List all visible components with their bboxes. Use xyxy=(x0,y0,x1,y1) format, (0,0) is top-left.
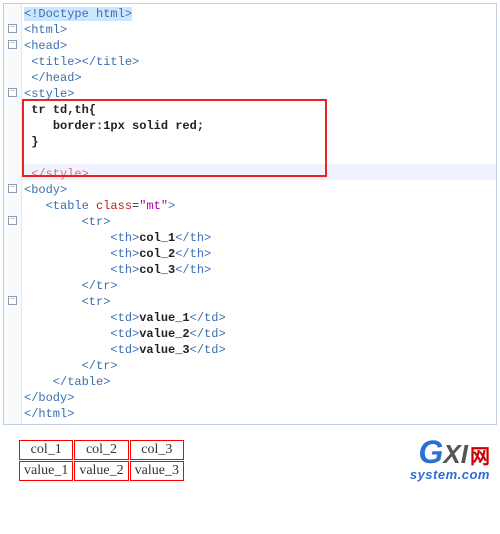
fold-icon[interactable]: − xyxy=(8,216,17,225)
fold-icon[interactable]: − xyxy=(8,24,17,33)
table-header: col_2 xyxy=(74,440,128,460)
table-header: col_1 xyxy=(19,440,73,460)
code-area[interactable]: <!Doctype html> <html> <head> <title></t… xyxy=(22,4,496,424)
logo-letter: XI xyxy=(443,439,468,469)
fold-icon[interactable]: − xyxy=(8,296,17,305)
code-editor: − − − − − − xyxy=(3,3,497,425)
table-row: value_1 value_2 value_3 xyxy=(19,461,184,481)
highlight-box xyxy=(22,99,327,177)
table-header: col_3 xyxy=(130,440,184,460)
rendered-table: col_1 col_2 col_3 value_1 value_2 value_… xyxy=(18,439,185,482)
table-row: col_1 col_2 col_3 xyxy=(19,440,184,460)
logo-letter: G xyxy=(419,434,444,470)
fold-icon[interactable]: − xyxy=(8,88,17,97)
table-cell: value_3 xyxy=(130,461,184,481)
watermark-logo: GXI网 system.com xyxy=(410,434,490,482)
fold-icon[interactable]: − xyxy=(8,40,17,49)
fold-gutter: − − − − − − xyxy=(4,4,22,424)
output-section: col_1 col_2 col_3 value_1 value_2 value_… xyxy=(0,428,500,490)
logo-subtitle: system.com xyxy=(410,467,490,482)
table-cell: value_2 xyxy=(74,461,128,481)
table-cell: value_1 xyxy=(19,461,73,481)
logo-letter: 网 xyxy=(470,446,490,468)
fold-icon[interactable]: − xyxy=(8,184,17,193)
